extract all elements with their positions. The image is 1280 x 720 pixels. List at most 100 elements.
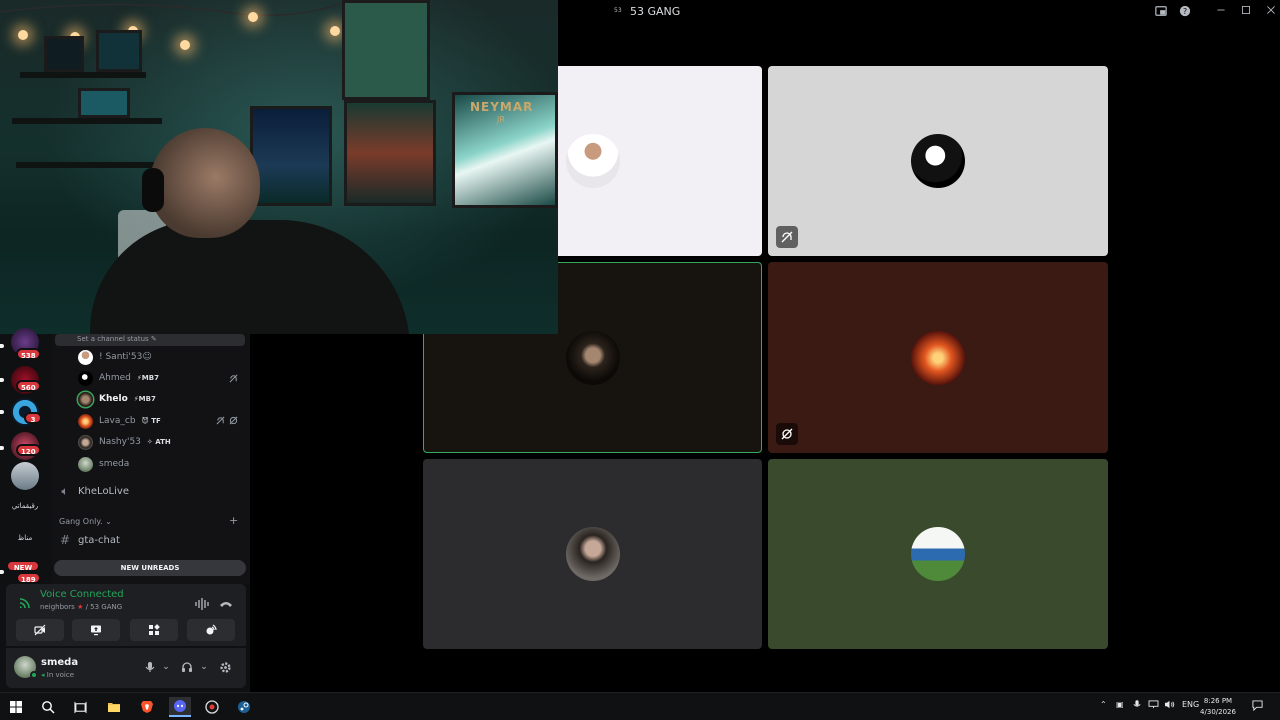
close-icon[interactable]: [1264, 5, 1278, 19]
gear-icon[interactable]: [218, 660, 232, 674]
voice-location[interactable]: neighbors ★ / 53 GANG: [40, 603, 122, 611]
tray-chevron-up-icon[interactable]: ⌃: [1100, 700, 1107, 709]
string-lights: [0, 0, 350, 17]
voice-member[interactable]: ! Santi'53☺: [78, 348, 152, 366]
user-status-text: In voice: [46, 671, 75, 679]
channel-status-input[interactable]: Set a channel status ✎: [55, 334, 245, 346]
star-icon: ★: [77, 603, 84, 611]
unread-pill: [0, 446, 4, 450]
wall-poster: [250, 106, 332, 206]
maximize-icon[interactable]: [1239, 5, 1253, 19]
server-icon[interactable]: [11, 462, 39, 490]
voice-connection-panel: Voice Connected neighbors ★ / 53 GANG: [6, 584, 246, 646]
unread-pill: [0, 410, 4, 414]
camera-preview[interactable]: NEYMAR JR: [0, 0, 558, 334]
voice-tile[interactable]: [768, 66, 1108, 256]
member-name: Khelo: [99, 394, 128, 404]
add-channel-icon[interactable]: +: [229, 514, 238, 527]
member-name: Ahmed: [99, 373, 131, 383]
participant-avatar: [565, 134, 620, 188]
soundboard-button[interactable]: [187, 619, 235, 641]
member-avatar: [78, 370, 93, 386]
camera-toggle-button[interactable]: [16, 619, 64, 641]
participant-avatar: [911, 330, 965, 385]
popout-icon[interactable]: [1154, 5, 1168, 19]
mention-badge: 538: [16, 348, 41, 360]
brave-browser-icon[interactable]: [136, 697, 158, 717]
voice-tile[interactable]: [423, 459, 762, 649]
voice-tile[interactable]: [768, 459, 1108, 649]
participant-avatar: [911, 527, 965, 581]
chevron-down-icon[interactable]: ⌄: [197, 660, 211, 674]
tray-microphone-icon[interactable]: [1133, 700, 1141, 712]
minimize-icon[interactable]: [1214, 5, 1228, 19]
camera-off-icon: [34, 624, 46, 636]
pencil-icon: ✎: [150, 335, 157, 343]
mention-badge: 120: [16, 444, 41, 456]
member-state-icons: [229, 374, 238, 384]
wall-poster: [344, 100, 436, 206]
camera-off-icon: [229, 416, 238, 425]
disconnect-icon[interactable]: [219, 598, 233, 610]
member-avatar: [78, 456, 93, 472]
text-channel[interactable]: # gta-chat: [58, 531, 120, 549]
volume-icon[interactable]: [1164, 700, 1175, 711]
voice-channel[interactable]: 🔈︎ KheLoLive: [58, 482, 129, 500]
search-icon[interactable]: [37, 697, 59, 717]
mention-badge: 560: [16, 380, 41, 392]
server-name-text[interactable]: مناظ: [8, 534, 42, 542]
screen-share-icon: [91, 625, 101, 636]
signal-icon[interactable]: [18, 595, 32, 609]
channel-category[interactable]: Gang Only. ⌄: [59, 517, 112, 526]
new-unreads-bar[interactable]: NEW UNREADS: [54, 560, 246, 576]
screen-share-button[interactable]: [72, 619, 120, 641]
voice-member[interactable]: Ahmed ⚡MB7: [78, 369, 159, 387]
windows-start-icon[interactable]: [5, 697, 27, 717]
headphones-icon[interactable]: [180, 660, 194, 674]
steam-icon[interactable]: [233, 697, 255, 717]
username[interactable]: smeda: [41, 657, 78, 668]
hashtag-icon: #: [59, 533, 71, 547]
channel-list: Set a channel status ✎ ! Santi'53☺ Ahmed…: [52, 334, 250, 584]
member-tag: ⚡MB7: [136, 374, 159, 382]
participant-avatar: [911, 134, 965, 188]
voice-member-speaking[interactable]: Khelo ⚡MB7: [78, 390, 156, 408]
participant-avatar: [565, 330, 620, 385]
voice-member[interactable]: Lava_cb 😈 TF: [78, 412, 161, 430]
unread-pill: [0, 378, 4, 382]
soundboard-icon: [206, 624, 217, 635]
system-clock[interactable]: 8:26 PM 4/30/2026: [1198, 696, 1238, 718]
activities-button[interactable]: [130, 619, 178, 641]
member-avatar: [78, 391, 93, 407]
wall-shelf: [20, 72, 146, 78]
voice-member[interactable]: Nashy'53 ✧ ATH: [78, 433, 171, 451]
new-badge[interactable]: NEW: [6, 560, 40, 572]
deafened-icon: [229, 374, 238, 383]
string-light: [180, 40, 190, 50]
file-explorer-icon[interactable]: [103, 697, 125, 717]
unread-pill: [0, 344, 4, 348]
speaker-small-icon: ◂: [41, 671, 45, 679]
shelf-box: [78, 88, 130, 118]
help-icon[interactable]: ?: [1178, 5, 1192, 19]
noise-suppression-icon[interactable]: [195, 598, 209, 610]
chevron-down-icon[interactable]: ⌄: [159, 660, 173, 674]
recording-app-icon[interactable]: [201, 697, 223, 717]
microphone-icon[interactable]: [143, 660, 157, 674]
tray-app-icon[interactable]: ▣: [1116, 700, 1124, 709]
network-icon[interactable]: [1148, 700, 1159, 711]
voice-tile[interactable]: [768, 262, 1108, 453]
voice-member[interactable]: smeda: [78, 455, 129, 473]
deafened-icon: [216, 416, 225, 425]
task-view-icon[interactable]: [69, 697, 91, 717]
wall-shelf: [12, 118, 162, 124]
discord-taskbar-icon[interactable]: [169, 697, 191, 717]
mention-badge: 189: [16, 572, 41, 584]
notifications-icon[interactable]: [1252, 700, 1263, 713]
headphones: [142, 168, 164, 212]
online-status-dot: [30, 671, 38, 679]
clock-time: 8:26 PM: [1203, 697, 1233, 705]
server-name-text[interactable]: رقيقماتي: [8, 502, 42, 510]
voice-connected-status[interactable]: Voice Connected: [40, 589, 124, 600]
language-indicator[interactable]: ENG: [1182, 700, 1199, 709]
